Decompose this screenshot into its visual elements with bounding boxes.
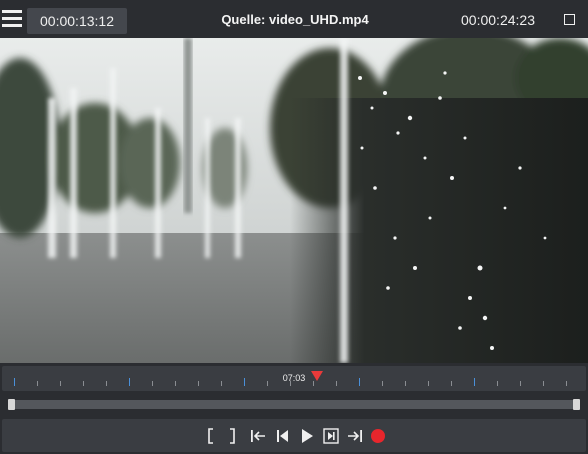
timeline-tick — [336, 381, 337, 386]
timeline-tick — [152, 381, 153, 386]
timeline-tick — [244, 378, 245, 386]
out-point-handle[interactable] — [573, 399, 580, 410]
timeline-tick — [129, 378, 130, 386]
timeline-tick — [175, 381, 176, 386]
play-icon[interactable] — [297, 426, 317, 446]
scrub-track[interactable] — [8, 400, 580, 409]
current-time-display[interactable]: 00:00:13:12 — [27, 8, 127, 34]
video-frame-image — [0, 38, 588, 363]
playhead-marker-icon[interactable] — [311, 371, 323, 381]
record-icon[interactable] — [368, 426, 388, 446]
timeline-tick — [382, 381, 383, 386]
timeline-tick — [566, 381, 567, 386]
timeline-tick — [405, 381, 406, 386]
set-out-point-icon[interactable] — [222, 426, 242, 446]
timeline-ruler[interactable]: 07:03 — [2, 366, 586, 391]
timeline-tick — [267, 381, 268, 386]
duration-display: 00:00:24:23 — [461, 12, 535, 28]
timeline-tick — [106, 381, 107, 386]
step-back-icon[interactable] — [273, 426, 293, 446]
timeline-tick — [520, 381, 521, 386]
timeline-tick — [451, 381, 452, 386]
timeline-tick — [37, 381, 38, 386]
timeline-tick — [221, 381, 222, 386]
timeline-tick — [14, 378, 15, 386]
timeline-tick — [497, 381, 498, 386]
go-to-out-point-icon[interactable] — [345, 426, 365, 446]
timeline-tick — [359, 378, 360, 386]
playhead-time-label: 07:03 — [282, 373, 306, 383]
maximize-icon[interactable] — [564, 14, 575, 25]
source-title: Quelle: video_UHD.mp4 — [221, 12, 369, 27]
go-to-in-point-icon[interactable] — [248, 426, 268, 446]
timeline-tick — [543, 381, 544, 386]
timeline-tick — [428, 381, 429, 386]
timeline-tick — [198, 381, 199, 386]
timeline-tick — [83, 381, 84, 386]
timeline-tick — [474, 378, 475, 386]
scrub-bar — [2, 392, 586, 416]
step-forward-icon[interactable] — [321, 426, 341, 446]
video-preview[interactable] — [0, 38, 588, 363]
in-point-handle[interactable] — [8, 399, 15, 410]
set-in-point-icon[interactable] — [201, 426, 221, 446]
top-bar: 00:00:13:12 Quelle: video_UHD.mp4 00:00:… — [0, 0, 588, 38]
hamburger-menu-icon[interactable] — [2, 9, 22, 29]
transport-controls — [2, 419, 586, 452]
timeline-tick — [60, 381, 61, 386]
